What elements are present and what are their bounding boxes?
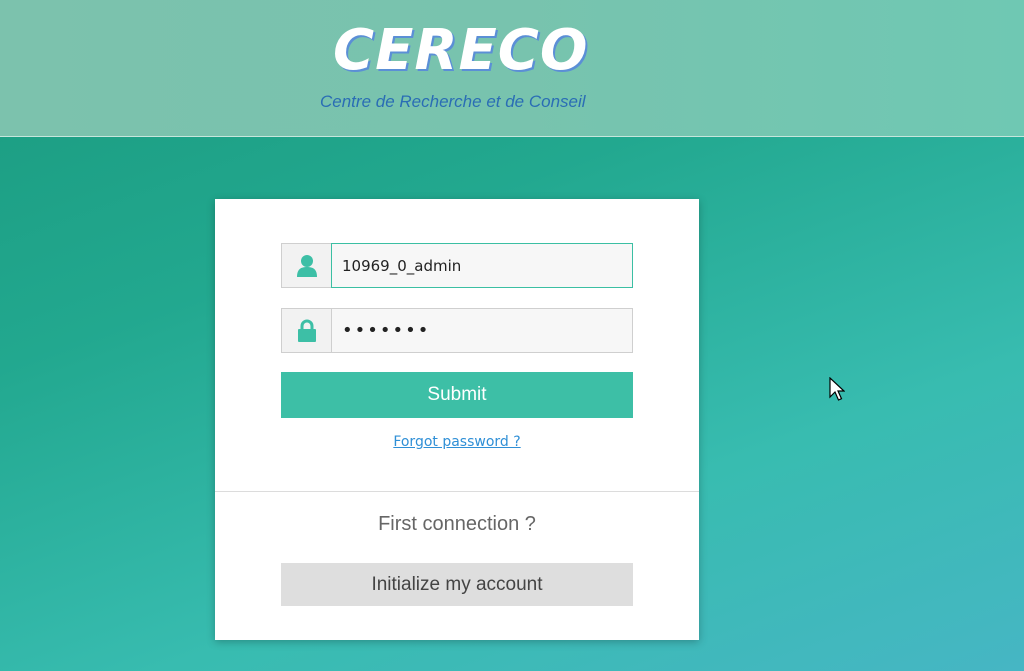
forgot-password-link[interactable]: Forgot password ? [215, 434, 699, 450]
password-field-group [281, 308, 633, 353]
initialize-account-button[interactable]: Initialize my account [281, 563, 633, 606]
mouse-cursor-icon [829, 376, 846, 408]
submit-button[interactable]: Submit [281, 372, 633, 418]
username-input[interactable] [331, 243, 633, 288]
username-field-group [281, 243, 633, 288]
login-card: Submit Forgot password ? First connectio… [215, 199, 699, 640]
divider [215, 491, 699, 492]
page-header: CERECO Centre de Recherche et de Conseil [0, 0, 1024, 137]
first-connection-heading: First connection ? [378, 513, 536, 535]
brand-tagline: Centre de Recherche et de Conseil [320, 92, 586, 111]
brand-logo: CERECO [333, 18, 589, 83]
user-icon [281, 243, 331, 288]
password-input[interactable] [331, 308, 633, 353]
lock-icon [281, 308, 331, 353]
